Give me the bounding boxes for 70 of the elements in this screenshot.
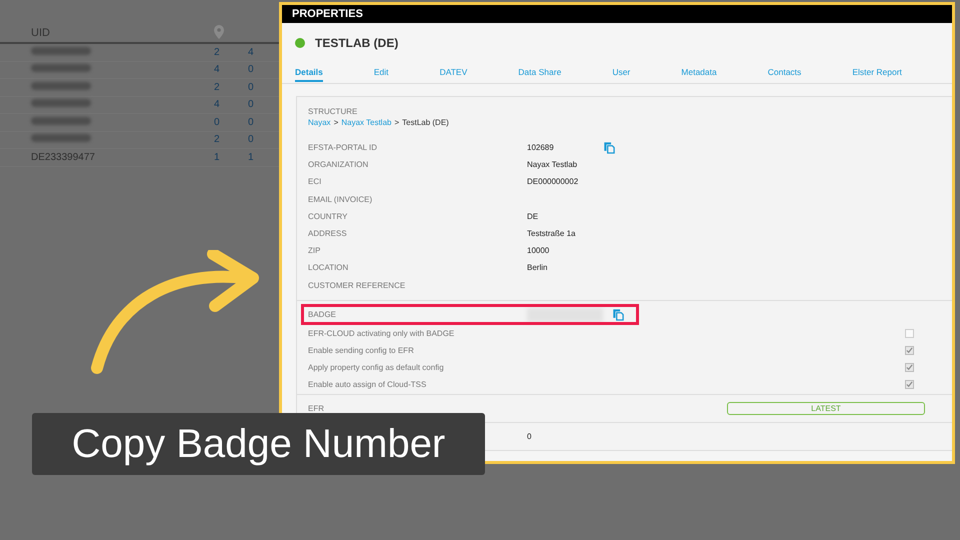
field-label: BADGE — [308, 310, 338, 320]
field-value: 10000 — [527, 246, 550, 256]
table-cell: DE233399477 — [31, 152, 95, 163]
field-label: EMAIL (INVOICE) — [308, 194, 374, 204]
option-label: Enable sending config to EFR — [308, 346, 415, 355]
blurred-value — [31, 116, 91, 125]
tab[interactable]: Elster Report — [852, 64, 902, 82]
blurred-value — [31, 99, 91, 108]
table-cell-text: 4 — [213, 64, 221, 76]
copy-icon[interactable] — [613, 308, 624, 321]
column-header: UID — [31, 27, 50, 39]
checkbox[interactable] — [905, 328, 914, 338]
field-value: Berlin — [527, 263, 548, 272]
option-label: Apply property config as default config — [308, 363, 445, 372]
field-label: ADDRESS — [308, 229, 348, 238]
tab[interactable]: DATEV — [440, 64, 468, 82]
field-value: Nayax Testlab — [527, 160, 578, 170]
table-cell: 0 — [248, 82, 254, 93]
field-label: ECI — [308, 177, 322, 186]
option-label: Enable auto assign of Cloud-TSS — [308, 380, 428, 390]
table-cell-text: 1 — [213, 152, 221, 163]
option-label: EFR-CLOUD activating only with BADGE — [308, 328, 456, 338]
table-cell-text: 0 — [213, 116, 221, 128]
blurred-value — [31, 82, 91, 90]
table-cell: 0 — [248, 116, 254, 128]
blurred-value — [31, 46, 91, 55]
table-cell-text: 2 — [213, 82, 221, 93]
table-cell: 4 — [248, 46, 254, 58]
breadcrumb-item: TestLab (DE) — [402, 118, 449, 127]
breadcrumb-separator: > — [334, 118, 338, 127]
field-label: LOCATION — [308, 263, 350, 272]
field-label: ZIP — [308, 246, 322, 256]
copy-icon[interactable] — [604, 142, 615, 154]
field-value: 102689 — [527, 143, 554, 152]
field-label: ORGANIZATION — [308, 160, 370, 170]
field-label: COUNTRY — [308, 212, 348, 221]
status-badge: LATEST — [727, 402, 925, 416]
checkbox[interactable] — [905, 363, 914, 372]
field-value: Teststraße 1a — [527, 229, 576, 238]
breadcrumb-link[interactable]: Nayax Testlab — [341, 118, 392, 127]
field-label: EFSTA-PORTAL ID — [308, 143, 378, 152]
breadcrumb-link[interactable]: Nayax — [308, 118, 331, 127]
field-value: DE000000002 — [527, 177, 578, 186]
table-cell-text: 4 — [213, 99, 221, 110]
tab[interactable]: Details — [295, 64, 323, 82]
tab[interactable]: Data Share — [518, 64, 562, 82]
breadcrumb-separator: > — [394, 118, 400, 127]
field-label: STRUCTURE — [308, 107, 358, 116]
checkbox[interactable] — [905, 380, 914, 390]
tab[interactable]: User — [612, 64, 630, 82]
table-cell: 1 — [248, 152, 254, 163]
table-cell: 0 — [248, 134, 254, 146]
table-cell-text: 2 — [213, 134, 221, 146]
blurred-value — [31, 64, 91, 72]
blurred-value — [31, 134, 91, 142]
tab[interactable]: Edit — [374, 64, 389, 82]
location-pin-icon — [214, 25, 224, 39]
tab[interactable]: Metadata — [681, 64, 717, 82]
tab[interactable]: Contacts — [768, 64, 802, 82]
property-name: TESTLAB (DE) — [315, 36, 398, 50]
caption-banner: Copy Badge Number — [32, 413, 485, 475]
table-cell: 0 — [248, 99, 254, 110]
window-title: PROPERTIES — [292, 8, 363, 20]
table-cell: 0 — [248, 64, 254, 76]
checkbox[interactable] — [905, 346, 914, 355]
field-value: DE — [527, 212, 538, 221]
field-label: CUSTOMER REFERENCE — [308, 280, 406, 290]
field-label: EFR — [308, 404, 324, 414]
table-cell-text: 2 — [213, 46, 221, 58]
field-value: 0 — [527, 432, 532, 442]
